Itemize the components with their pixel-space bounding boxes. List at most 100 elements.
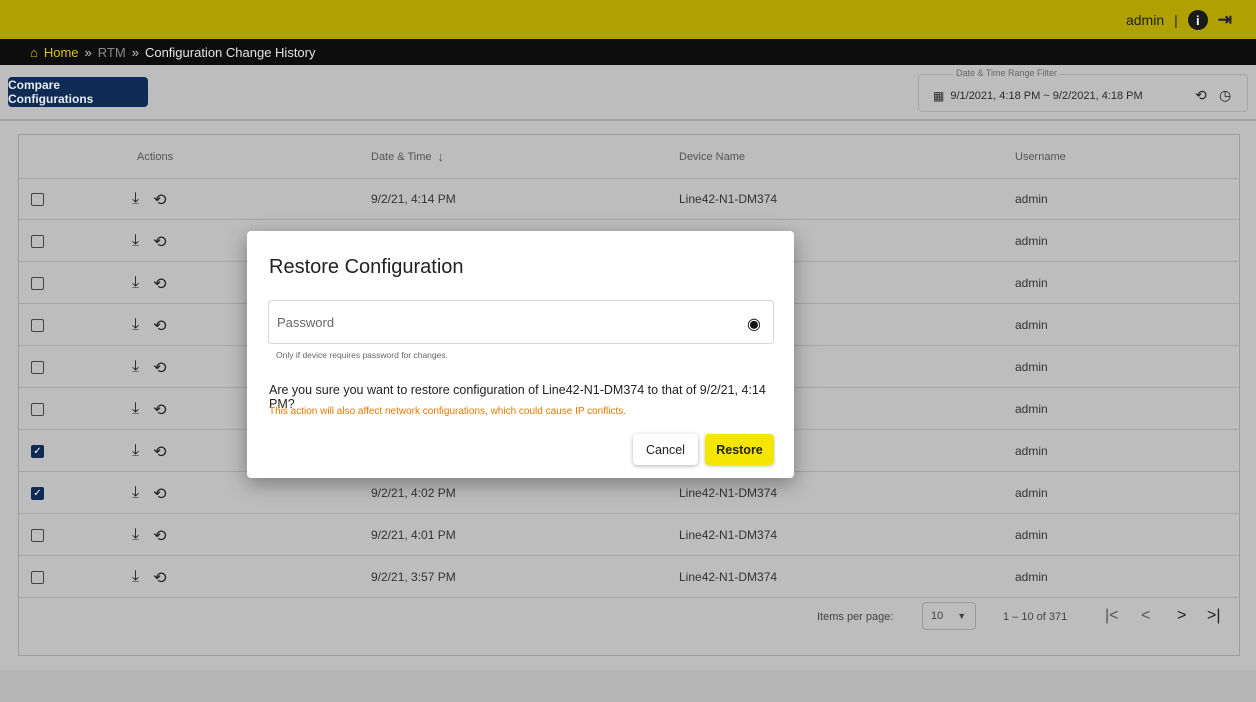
row-device-name: Line42-N1-DM374 — [679, 192, 778, 206]
restore-icon[interactable]: ⟲ — [153, 400, 166, 420]
download-icon[interactable]: ⤓ — [132, 568, 139, 588]
header-device[interactable]: Device Name — [679, 135, 745, 178]
filter-value: 9/1/2021, 4:18 PM ~ 9/2/2021, 4:18 PM — [950, 90, 1143, 102]
breadcrumb-separator: » — [84, 44, 92, 60]
row-checkbox[interactable] — [31, 193, 44, 206]
row-checkbox[interactable] — [31, 403, 44, 416]
row-actions: ⤓ ⟲ — [132, 316, 166, 336]
eye-icon[interactable]: ◉ — [747, 314, 761, 334]
restore-icon[interactable]: ⟲ — [153, 484, 166, 504]
row-actions: ⤓ ⟲ — [132, 568, 166, 588]
password-hint: Only if device requires password for cha… — [276, 350, 448, 360]
prev-page-icon[interactable]: < — [1141, 607, 1150, 625]
download-icon[interactable]: ⤓ — [132, 442, 139, 462]
row-device-name: Line42-N1-DM374 — [679, 528, 778, 542]
breadcrumb-rtm[interactable]: RTM — [98, 45, 126, 60]
download-icon[interactable]: ⤓ — [132, 232, 139, 252]
download-icon[interactable]: ⤓ — [132, 400, 139, 420]
row-device-name: Line42-N1-DM374 — [679, 570, 778, 584]
row-datetime: 9/2/21, 3:57 PM — [371, 570, 456, 584]
next-page-icon[interactable]: > — [1177, 607, 1186, 625]
paginator: Items per page: 10 ▼ 1 – 10 of 371 |< < … — [19, 599, 1239, 643]
row-actions: ⤓ ⟲ — [132, 484, 166, 504]
header-datetime[interactable]: Date & Time ↓ — [371, 135, 444, 178]
row-actions: ⤓ ⟲ — [132, 358, 166, 378]
restore-icon[interactable]: ⟲ — [153, 442, 166, 462]
row-checkbox[interactable] — [31, 277, 44, 290]
restore-icon[interactable]: ⟲ — [153, 190, 166, 210]
download-icon[interactable]: ⤓ — [132, 316, 139, 336]
sort-arrow-down-icon: ↓ — [437, 149, 445, 164]
top-bar: admin | i ⇥ — [0, 0, 1256, 39]
cancel-button[interactable]: Cancel — [633, 434, 698, 465]
restore-icon[interactable]: ⟲ — [153, 526, 166, 546]
download-icon[interactable]: ⤓ — [132, 190, 139, 210]
row-checkbox[interactable] — [31, 319, 44, 332]
table-row: ⤓ ⟲ 9/2/21, 4:01 PM Line42-N1-DM374 admin — [19, 515, 1239, 556]
download-icon[interactable]: ⤓ — [132, 274, 139, 294]
username-label: admin — [1125, 12, 1165, 28]
restore-icon[interactable]: ⟲ — [153, 568, 166, 588]
breadcrumb-current: Configuration Change History — [144, 44, 316, 60]
row-checkbox[interactable]: ✓ — [31, 487, 44, 500]
divider — [0, 119, 1256, 121]
row-username: admin — [1015, 444, 1048, 458]
row-username: admin — [1015, 234, 1048, 248]
restore-button[interactable]: Restore — [705, 434, 774, 465]
first-page-icon[interactable]: |< — [1105, 607, 1119, 625]
compare-configurations-button[interactable]: Compare Configurations — [8, 77, 148, 107]
breadcrumb-home[interactable]: Home — [44, 45, 79, 60]
download-icon[interactable]: ⤓ — [132, 358, 139, 378]
info-icon[interactable]: i — [1187, 10, 1208, 30]
restore-icon[interactable]: ⟲ — [153, 358, 166, 378]
bottom-strip — [0, 670, 1256, 702]
table-row: ✓ ⤓ ⟲ 9/2/21, 4:02 PM Line42-N1-DM374 admin — [19, 473, 1239, 514]
row-actions: ⤓ ⟲ — [132, 274, 166, 294]
restore-icon[interactable]: ⟲ — [153, 316, 166, 336]
row-username: admin — [1015, 402, 1048, 416]
restore-icon[interactable]: ⟲ — [153, 274, 166, 294]
calendar-icon[interactable]: ▦ — [933, 89, 944, 103]
password-input[interactable] — [269, 301, 773, 343]
header-username[interactable]: Username — [1015, 135, 1066, 178]
breadcrumb-separator: » — [131, 44, 139, 60]
row-username: admin — [1015, 318, 1048, 332]
logout-icon[interactable]: ⇥ — [1218, 10, 1232, 30]
row-checkbox[interactable] — [31, 529, 44, 542]
items-per-page-select[interactable]: 10 ▼ — [922, 602, 976, 630]
clock-icon[interactable]: ◷ — [1219, 87, 1231, 104]
row-actions: ⤓ ⟲ — [132, 190, 166, 210]
filter-value-wrap: ▦ 9/1/2021, 4:18 PM ~ 9/2/2021, 4:18 PM — [933, 89, 1143, 103]
row-username: admin — [1015, 192, 1048, 206]
items-per-page-value: 10 — [931, 610, 944, 622]
table-row: ⤓ ⟲ 9/2/21, 3:57 PM Line42-N1-DM374 admin — [19, 557, 1239, 598]
separator: | — [1174, 12, 1178, 28]
download-icon[interactable]: ⤓ — [132, 526, 139, 546]
row-username: admin — [1015, 528, 1048, 542]
restore-icon[interactable]: ⟲ — [153, 232, 166, 252]
items-per-page-label: Items per page: — [817, 611, 894, 623]
row-datetime: 9/2/21, 4:02 PM — [371, 486, 456, 500]
table-row: ⤓ ⟲ 9/2/21, 4:14 PM Line42-N1-DM374 admin — [19, 179, 1239, 220]
header-datetime-label: Date & Time — [371, 150, 432, 163]
row-datetime: 9/2/21, 4:01 PM — [371, 528, 456, 542]
history-icon[interactable]: ⟲ — [1195, 87, 1207, 104]
row-checkbox[interactable] — [31, 571, 44, 584]
home-icon[interactable]: ⌂ — [30, 45, 38, 60]
table-header: Actions Date & Time ↓ Device Name Userna… — [19, 135, 1239, 179]
breadcrumb: ⌂ Home » RTM » Configuration Change Hist… — [0, 39, 1256, 65]
row-actions: ⤓ ⟲ — [132, 526, 166, 546]
row-actions: ⤓ ⟲ — [132, 232, 166, 252]
password-field-wrap: ◉ — [268, 300, 774, 344]
row-checkbox[interactable] — [31, 361, 44, 374]
header-actions: Actions — [137, 150, 174, 163]
row-checkbox[interactable] — [31, 235, 44, 248]
date-range-filter[interactable]: Date & Time Range Filter ▦ 9/1/2021, 4:1… — [918, 68, 1248, 112]
restore-dialog: Restore Configuration ◉ Only if device r… — [247, 231, 794, 478]
row-checkbox[interactable]: ✓ — [31, 445, 44, 458]
filter-label: Date & Time Range Filter — [953, 68, 1061, 78]
download-icon[interactable]: ⤓ — [132, 484, 139, 504]
last-page-icon[interactable]: >| — [1207, 607, 1221, 625]
row-username: admin — [1015, 486, 1048, 500]
row-username: admin — [1015, 570, 1048, 584]
